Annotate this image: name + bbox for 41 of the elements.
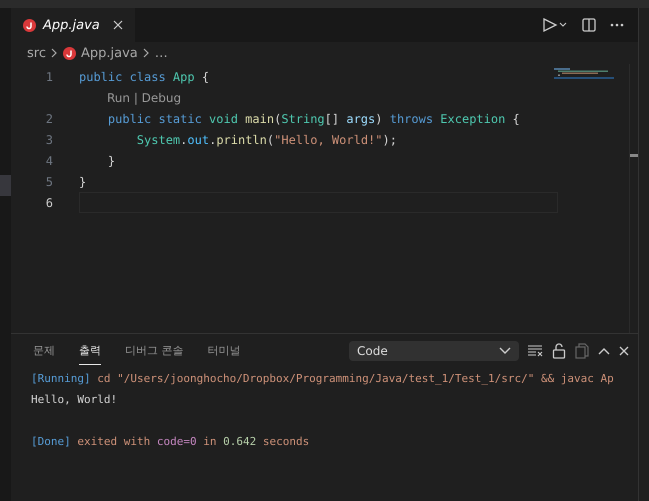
line-number: 3 [44,132,53,146]
chevron-icon [50,48,58,58]
clear-output-icon[interactable] [527,344,543,358]
scrollbar-thumb[interactable] [630,154,638,157]
sidebar-selection [0,175,11,196]
breadcrumb-item[interactable]: App.java [80,46,138,60]
minimap-drawing[interactable] [554,68,614,80]
breadcrumb-item[interactable]: src [27,46,46,60]
java-file-icon [23,18,36,32]
java-file-icon [62,46,76,60]
code-line: } [79,174,86,188]
split-editor-icon[interactable] [582,18,596,32]
output-line: [Done] exited with code=0 in 0.642 seconds [31,435,310,448]
code-line: public class App { [79,70,210,84]
codelens-link[interactable]: Run | Debug [107,90,182,104]
code-line: } [106,154,116,168]
panel-tab[interactable]: 출력 [79,337,101,365]
chevron-icon [142,48,150,58]
output-channel-dropdown[interactable]: Code [349,341,519,361]
code-line: public static void main(String[] args) throws Exception { [106,112,520,126]
line-number: 6 [44,196,53,210]
line-number: 4 [44,154,53,168]
output-line: Hello, World! [31,393,118,406]
close-icon[interactable] [619,346,629,356]
panel-tab[interactable]: 문제 [33,337,55,365]
more-icon[interactable] [610,23,624,27]
line-number: 2 [44,112,53,126]
line-number: 1 [44,70,53,84]
output-line: [Running] cd "/Users/joonghocho/Dropbox/Programming/Java/test_1/Test_1/src/" && javac Ap [31,372,614,385]
copy-icon[interactable] [575,343,589,359]
caret-icon [499,347,511,355]
maximize-panel-icon[interactable] [598,347,610,355]
panel-tab[interactable]: 터미널 [208,337,240,365]
unlock-icon[interactable] [552,343,566,359]
line-number: 5 [44,174,53,188]
panel-tab[interactable]: 디버그 콘솔 [125,337,184,365]
code-line: System.out.println("Hello, World!"); [136,132,397,146]
run-icon[interactable] [542,17,568,33]
file-tab[interactable]: App.java [11,8,135,42]
close-icon[interactable] [112,20,123,30]
breadcrumb-item[interactable]: … [154,46,168,60]
